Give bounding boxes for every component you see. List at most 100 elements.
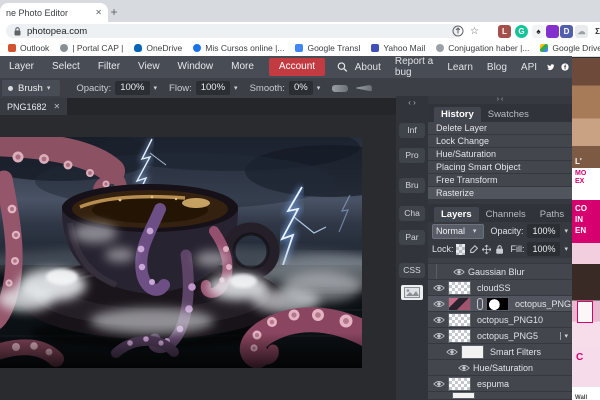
share-icon[interactable] (451, 25, 464, 38)
twitter-icon[interactable] (547, 61, 555, 73)
layer-row-octopus-png10[interactable]: octopus_PNG10 (428, 312, 572, 328)
history-item[interactable]: Hue/Saturation (428, 148, 572, 161)
fill-dropdown-icon[interactable]: ▾ (564, 245, 568, 253)
mask-link-icon[interactable] (477, 298, 483, 310)
layer-row-gaussian-blur[interactable]: Gaussian Blur (428, 264, 572, 280)
link-about[interactable]: About (348, 62, 388, 73)
visibility-eye-icon[interactable] (458, 364, 470, 372)
panel-button-preview[interactable] (401, 285, 423, 300)
collapse-arrows-icon[interactable]: ‹ › (396, 98, 428, 107)
panel-button-info[interactable]: Inf (399, 123, 425, 138)
pressure-size-icon[interactable] (356, 85, 372, 92)
lock-paint-icon[interactable] (469, 244, 478, 255)
lock-all-icon[interactable] (495, 244, 504, 255)
blend-mode-select[interactable]: Normal ▾ (432, 224, 484, 239)
lock-transparency-icon[interactable] (456, 244, 465, 255)
menu-layer[interactable]: Layer (0, 56, 43, 78)
menu-select[interactable]: Select (43, 56, 89, 78)
canvas-image[interactable] (0, 137, 362, 368)
bookmark-google-translate[interactable]: Google Transl (295, 43, 360, 53)
bookmark-mis-cursos[interactable]: Mis Cursos online |... (193, 43, 284, 53)
layer-row-octopus-png5[interactable]: octopus_PNG5 ▾ (428, 328, 572, 344)
tab-history[interactable]: History (434, 107, 481, 122)
bookmark-portal-cap[interactable]: | Portal CAP | (60, 43, 123, 53)
pressure-opacity-icon[interactable] (332, 85, 348, 92)
history-item[interactable]: Free Transform (428, 174, 572, 187)
tab-paths[interactable]: Paths (533, 207, 571, 222)
extension-icon-6[interactable]: ☁ (575, 25, 588, 38)
panel-button-paragraph[interactable]: Par (399, 230, 425, 245)
flow-dropdown-icon[interactable]: ▾ (234, 84, 238, 92)
opacity-dropdown-icon[interactable]: ▾ (564, 227, 568, 235)
menu-filter[interactable]: Filter (89, 56, 129, 78)
tab-swatches[interactable]: Swatches (481, 107, 536, 122)
panel-button-character[interactable]: Cha (399, 206, 425, 221)
layer-thumbnail[interactable] (448, 281, 471, 295)
visibility-eye-icon[interactable] (446, 348, 458, 356)
history-item[interactable]: Lock Change (428, 135, 572, 148)
bookmark-google-drive[interactable]: Google Drive (540, 43, 600, 53)
layer-thumbnail[interactable] (448, 297, 471, 311)
smooth-dropdown-icon[interactable]: ▾ (317, 84, 321, 92)
opacity-dropdown-icon[interactable]: ▾ (154, 84, 158, 92)
visibility-eye-icon[interactable] (433, 300, 445, 308)
link-api[interactable]: API (514, 62, 544, 73)
extension-icon-4[interactable] (546, 25, 559, 38)
menu-more[interactable]: More (222, 56, 263, 78)
search-icon[interactable] (337, 61, 348, 73)
menu-view[interactable]: View (129, 56, 169, 78)
browser-tab[interactable]: ne Photo Editor ✕ (0, 3, 108, 22)
panel-button-properties[interactable]: Pro (399, 148, 425, 163)
visibility-eye-icon[interactable] (433, 380, 445, 388)
link-report-a-bug[interactable]: Report a bug (388, 56, 440, 78)
extension-icon-3[interactable]: ♠ (532, 25, 545, 38)
layer-row-cloudss[interactable]: cloudSS (428, 280, 572, 296)
new-tab-button[interactable]: + (106, 4, 122, 20)
smart-filter-mask-thumbnail[interactable] (461, 345, 484, 359)
history-item-selected[interactable]: Rasterize (428, 187, 572, 200)
layer-thumbnail[interactable] (448, 313, 471, 327)
link-blog[interactable]: Blog (480, 62, 514, 73)
panel-button-css[interactable]: CSS (399, 263, 425, 278)
tab-close-icon[interactable]: ✕ (93, 8, 104, 17)
fill-value[interactable]: 100% (527, 242, 560, 256)
menu-window[interactable]: Window (169, 56, 223, 78)
layers-opacity-value[interactable]: 100% (527, 224, 560, 238)
extension-icon-7[interactable]: Σ (591, 25, 600, 38)
visibility-eye-icon[interactable] (433, 316, 445, 324)
sidebar-ad[interactable]: L' MO EX CO IN EN C Wall (572, 58, 600, 400)
address-bar[interactable]: photopea.com (6, 24, 460, 38)
history-item[interactable]: Delete Layer (428, 122, 572, 135)
layer-row-hue-saturation[interactable]: Hue/Saturation (428, 360, 572, 376)
layer-row-smart-filters[interactable]: Smart Filters (428, 344, 572, 360)
layer-mask-thumbnail[interactable] (486, 297, 509, 311)
history-item[interactable]: Placing Smart Object (428, 161, 572, 174)
lock-move-icon[interactable] (482, 244, 491, 255)
link-learn[interactable]: Learn (440, 62, 480, 73)
layer-row-espuma[interactable]: espuma (428, 376, 572, 392)
flow-value[interactable]: 100% (196, 81, 230, 95)
extension-icon-5[interactable]: D (560, 25, 573, 38)
layer-thumbnail[interactable] (448, 377, 471, 391)
bookmark-outlook[interactable]: Outlook (8, 43, 49, 53)
tool-preset-dropdown[interactable]: Brush ▾ (2, 80, 60, 96)
bookmark-star-icon[interactable]: ☆ (468, 25, 481, 38)
bookmark-conjugation[interactable]: Conjugation haber |... (436, 43, 529, 53)
visibility-eye-icon[interactable] (433, 284, 445, 292)
bookmark-yahoo-mail[interactable]: Yahoo Mail (371, 43, 425, 53)
account-button[interactable]: Account (269, 58, 325, 76)
layer-thumbnail[interactable] (448, 329, 471, 343)
extension-icon-2[interactable]: G (515, 25, 528, 38)
extension-icon-1[interactable]: L (498, 25, 511, 38)
layer-row-octopus-png10-selected[interactable]: octopus_PNG10 (428, 296, 572, 312)
document-close-icon[interactable]: ✕ (54, 102, 61, 111)
tab-layers[interactable]: Layers (434, 207, 479, 222)
visibility-eye-icon[interactable] (453, 268, 465, 276)
visibility-eye-icon[interactable] (433, 332, 445, 340)
panel-collapse-arrows-icon[interactable]: › ‹ (428, 96, 572, 104)
facebook-icon[interactable] (561, 61, 569, 73)
bookmark-onedrive[interactable]: OneDrive (134, 43, 182, 53)
document-tab[interactable]: PNG1682 ✕ (0, 98, 67, 115)
tab-channels[interactable]: Channels (479, 207, 533, 222)
opacity-value[interactable]: 100% (115, 81, 149, 95)
